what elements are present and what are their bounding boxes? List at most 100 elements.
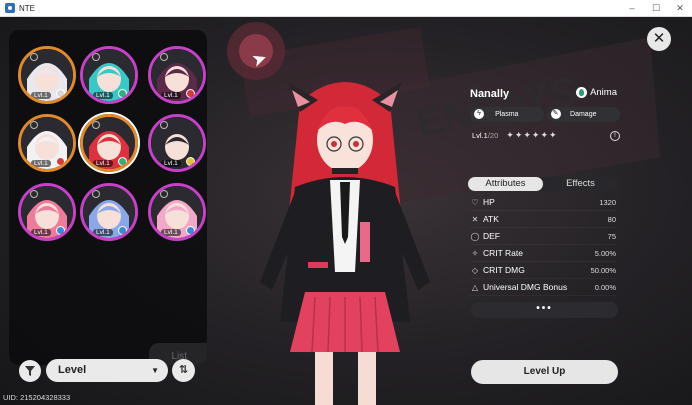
- tag-element: ϟ Plasma: [470, 107, 544, 122]
- damage-icon: ✎: [550, 109, 561, 119]
- tag-role: ✎ Damage: [546, 107, 620, 122]
- sort-dropdown[interactable]: Level ▼: [46, 359, 168, 382]
- roster-level: Lvl.1: [161, 229, 181, 236]
- stat-value: 75: [607, 231, 616, 241]
- skill-icon: [30, 53, 38, 61]
- sort-label: Level: [58, 364, 87, 376]
- roster-level: Lvl.1: [31, 229, 51, 236]
- atk-icon: ✕: [471, 214, 479, 224]
- stat-value: 0.00%: [594, 282, 616, 292]
- sort-order-icon: ⇅: [178, 364, 189, 376]
- stat-name: ATK: [483, 214, 499, 224]
- skill-icon: [30, 121, 38, 129]
- filter-button[interactable]: [19, 360, 41, 382]
- uid-label: UID: 215204328333: [3, 393, 71, 402]
- roster-character-slot[interactable]: Lvl.1: [80, 46, 138, 104]
- element-icon: [118, 226, 127, 235]
- character-name: Nanally: [470, 88, 510, 100]
- app-icon: [5, 3, 15, 13]
- character-model: [260, 82, 430, 405]
- roster-character-slot[interactable]: Lvl.1: [148, 183, 206, 241]
- stat-value: 1320: [599, 197, 616, 207]
- stat-name: HP: [483, 197, 495, 207]
- info-tabs: Attributes Effects: [468, 177, 618, 191]
- level-up-button[interactable]: Level Up: [471, 360, 618, 384]
- character-tags: ϟ Plasma ✎ Damage: [470, 107, 620, 122]
- close-icon: ✕: [652, 30, 666, 47]
- stat-row: ✕ ATK 80: [470, 211, 616, 228]
- roster-level: Lvl.1: [93, 160, 113, 167]
- element-icon: [186, 226, 195, 235]
- level-row: Lvl.1 /20 ✦✦✦✦✦✦ !: [472, 130, 620, 141]
- element-icon: [186, 89, 195, 98]
- level-current: Lvl.1: [472, 131, 488, 140]
- stat-row: △ Universal DMG Bonus 0.00%: [470, 279, 616, 296]
- skill-icon: [160, 53, 168, 61]
- window-close-button[interactable]: ✕: [668, 3, 692, 14]
- faction-name: Anima: [590, 87, 617, 98]
- faction: Anima: [576, 87, 617, 98]
- stat-row: ♡ HP 1320: [470, 194, 616, 211]
- element-icon: [118, 157, 127, 166]
- crit-dmg-icon: ◇: [471, 265, 479, 275]
- stat-name: CRIT Rate: [483, 248, 523, 258]
- def-icon: ◯: [470, 231, 480, 241]
- element-icon: [186, 157, 195, 166]
- maximize-button[interactable]: ☐: [644, 3, 668, 14]
- chevron-down-icon: ▼: [151, 366, 159, 375]
- sort-order-button[interactable]: ⇅: [172, 359, 195, 382]
- level-max: /20: [487, 131, 499, 140]
- roster-level: Lvl.1: [31, 160, 51, 167]
- breakthrough-icon[interactable]: !: [610, 130, 620, 141]
- element-icon: [56, 89, 65, 98]
- stat-row: ✧ CRIT Rate 5.00%: [470, 245, 616, 262]
- skill-icon: [92, 190, 100, 198]
- element-icon: [56, 226, 65, 235]
- tab-attributes[interactable]: Attributes: [468, 177, 543, 191]
- roster-level: Lvl.1: [161, 92, 181, 99]
- roster-character-slot[interactable]: Lvl.1: [18, 46, 76, 104]
- stat-row: ◇ CRIT DMG 50.00%: [470, 262, 616, 279]
- tab-effects[interactable]: Effects: [543, 177, 618, 191]
- stats-list: ♡ HP 1320 ✕ ATK 80 ◯ DEF 75 ✧ CRIT Rate …: [470, 194, 616, 296]
- hp-icon: ♡: [471, 197, 479, 207]
- stat-name: Universal DMG Bonus: [483, 282, 568, 292]
- character-roster: List Lvl.1 Lvl.1 Lvl.1 Lvl.1 Lvl.1 Lvl.1 Lvl.1…: [9, 30, 207, 365]
- element-icon: [118, 89, 127, 98]
- skill-icon: [30, 190, 38, 198]
- tag-role-label: Damage: [570, 111, 597, 118]
- tag-element-label: Plasma: [495, 111, 519, 118]
- roster-level: Lvl.1: [93, 229, 113, 236]
- roster-character-slot[interactable]: Lvl.1: [148, 114, 206, 172]
- stat-value: 5.00%: [594, 248, 616, 258]
- filter-icon: [25, 366, 35, 376]
- roster-level: Lvl.1: [93, 92, 113, 99]
- stat-name: DEF: [483, 231, 500, 241]
- stat-name: CRIT DMG: [483, 265, 525, 275]
- dmg-bonus-icon: △: [471, 282, 479, 292]
- roster-character-slot[interactable]: Lvl.1: [80, 183, 138, 241]
- skill-icon: [92, 121, 100, 129]
- skill-icon: [160, 121, 168, 129]
- crit-rate-icon: ✧: [471, 248, 479, 258]
- roster-level: Lvl.1: [31, 92, 51, 99]
- window-title: NTE: [19, 3, 35, 13]
- ascension-stars: ✦✦✦✦✦✦: [506, 130, 558, 140]
- game-viewport: ENDAYS ➤ List Lvl.1Lvl.1Lvl.1Lvl.1Lvl.1L…: [0, 17, 692, 405]
- roster-character-slot[interactable]: Lvl.1: [18, 114, 76, 172]
- stat-row: ◯ DEF 75: [470, 228, 616, 245]
- roster-character-slot[interactable]: Lvl.1: [18, 183, 76, 241]
- skill-icon: [92, 53, 100, 61]
- more-details-button[interactable]: •••: [471, 302, 618, 318]
- roster-level: Lvl.1: [161, 160, 181, 167]
- stat-value: 50.00%: [590, 265, 616, 275]
- stat-value: 80: [607, 214, 616, 224]
- roster-character-slot[interactable]: Lvl.1: [148, 46, 206, 104]
- faction-icon: [576, 87, 588, 98]
- close-button[interactable]: ✕: [647, 27, 671, 51]
- minimize-button[interactable]: –: [620, 3, 644, 13]
- element-icon: [56, 157, 65, 166]
- skill-icon: [160, 190, 168, 198]
- window-titlebar: NTE – ☐ ✕: [0, 0, 692, 17]
- roster-character-slot[interactable]: Lvl.1: [80, 114, 138, 172]
